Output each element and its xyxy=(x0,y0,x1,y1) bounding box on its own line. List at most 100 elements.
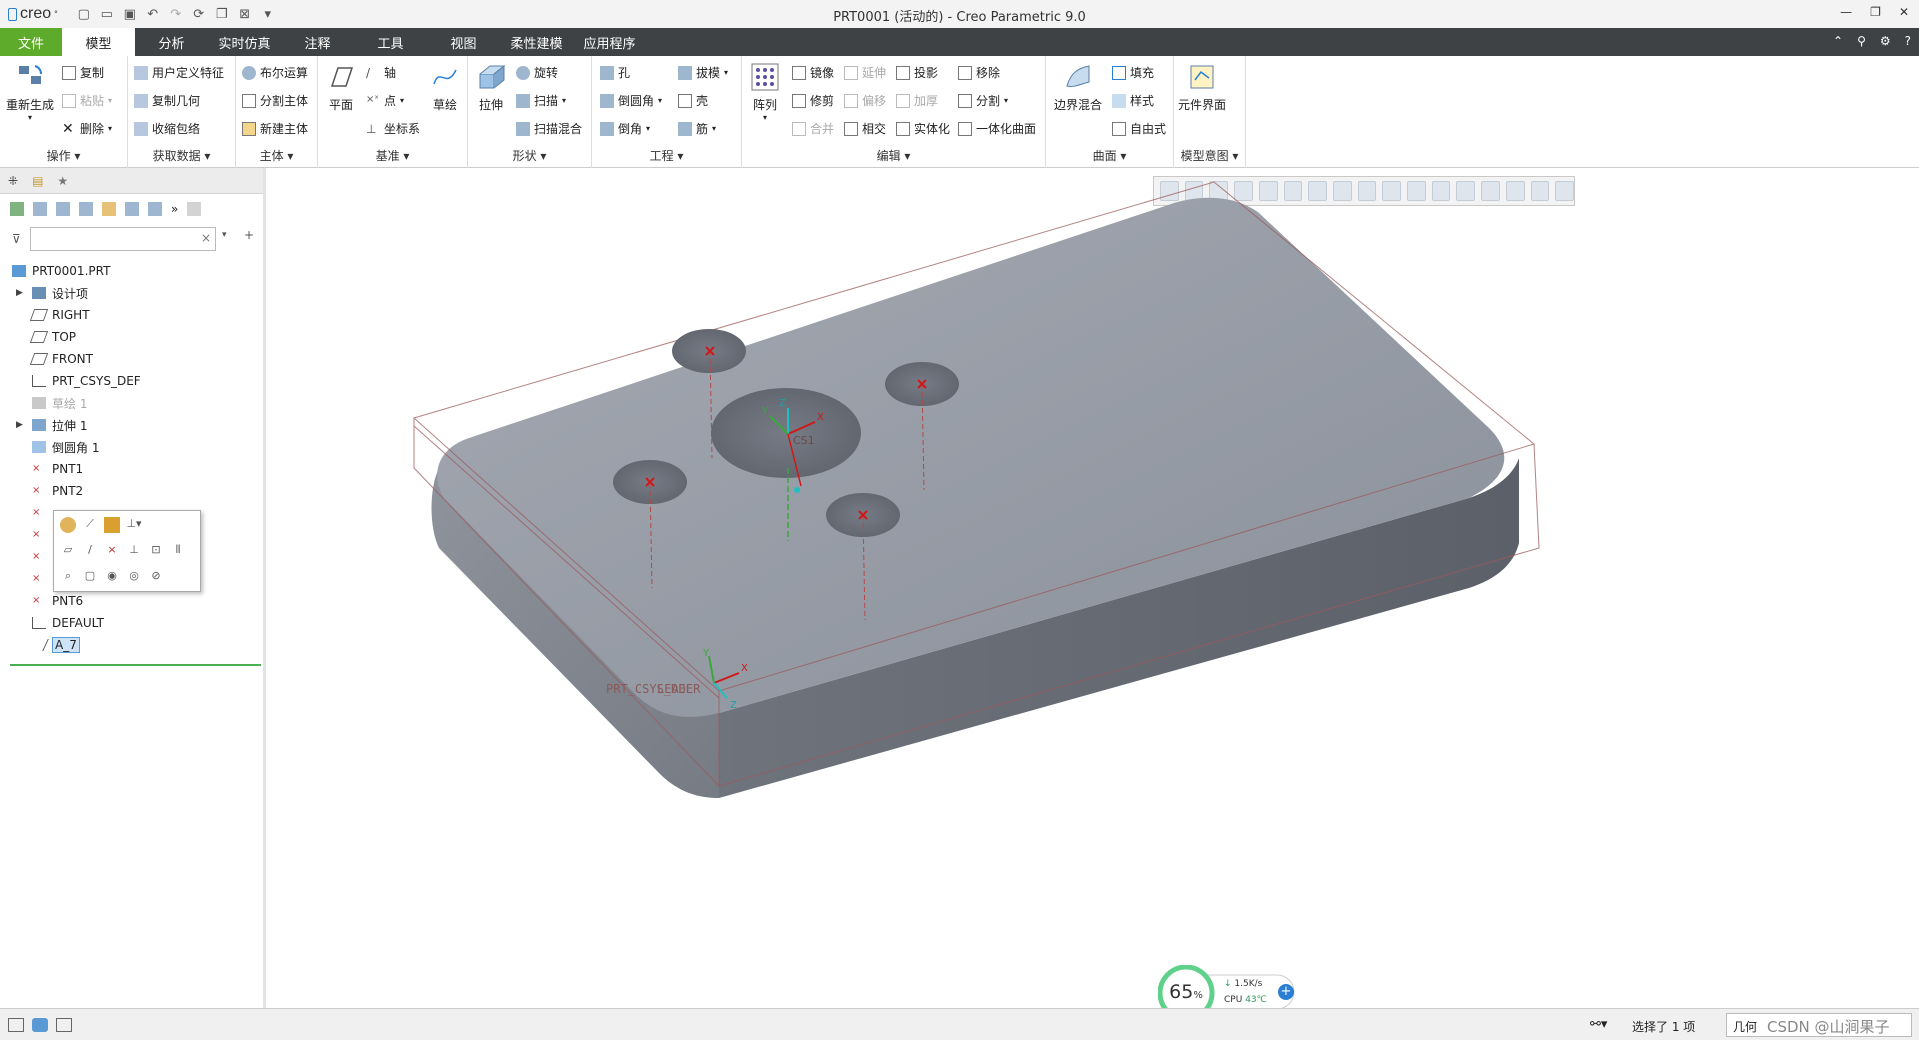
revolve-button[interactable]: 旋转 xyxy=(516,64,558,81)
axis-mini-icon[interactable]: / xyxy=(82,543,98,559)
split-button[interactable]: 分割 ▾ xyxy=(958,92,1008,109)
more-icon[interactable]: » xyxy=(171,202,178,216)
copy-mini-icon[interactable]: ▢ xyxy=(82,569,98,585)
tree-item[interactable]: FRONT xyxy=(0,348,262,370)
group-label-editing[interactable]: 编辑 ▾ xyxy=(742,147,1045,164)
rib-button[interactable]: 筋 ▾ xyxy=(678,120,716,137)
regenerate-button[interactable]: 重新生成 ▾ xyxy=(6,62,54,122)
tab-applications[interactable]: 应用程序 xyxy=(573,28,646,56)
plane-mini-icon[interactable]: ▱ xyxy=(60,543,76,559)
group-label-get-data[interactable]: 获取数据 ▾ xyxy=(128,147,235,164)
point-button[interactable]: ×ˣ 点 ▾ xyxy=(366,92,404,109)
tree-root[interactable]: PRT0001.PRT xyxy=(0,260,262,282)
pattern-button[interactable]: 阵列 ▾ xyxy=(750,62,780,122)
customize-qat-icon[interactable]: ▾ xyxy=(260,7,276,22)
mirror-mini-icon[interactable]: ⫴ xyxy=(170,543,186,559)
expand-arrow-icon[interactable]: ▶ xyxy=(16,420,28,430)
save-icon[interactable]: ▣ xyxy=(122,7,138,22)
suppress-icon[interactable]: ⊘ xyxy=(148,569,164,585)
extend-button[interactable]: 延伸 xyxy=(844,64,886,81)
project-button[interactable]: 投影 xyxy=(896,64,938,81)
tab-annotate[interactable]: 注释 xyxy=(281,28,354,56)
search-icon[interactable]: ⚲ xyxy=(1857,34,1866,48)
thicken-button[interactable]: 加厚 xyxy=(896,92,938,109)
tab-file[interactable]: 文件 xyxy=(0,28,62,56)
boost-button[interactable]: + xyxy=(1278,984,1294,1000)
group-label-body[interactable]: 主体 ▾ xyxy=(236,147,317,164)
tree-item[interactable]: TOP xyxy=(0,326,262,348)
group-label-operations[interactable]: 操作 ▾ xyxy=(0,147,127,164)
style-button[interactable]: 样式 xyxy=(1112,92,1154,109)
close-icon[interactable]: ✕ xyxy=(1899,5,1909,19)
freestyle-button[interactable]: 自由式 xyxy=(1112,120,1166,137)
tab-view[interactable]: 视图 xyxy=(427,28,500,56)
tree-item[interactable]: 草绘 1 xyxy=(0,392,262,414)
regenerate-icon[interactable]: ⟳ xyxy=(191,7,207,22)
tree-filter-icon[interactable] xyxy=(102,202,116,216)
clear-search-icon[interactable]: × xyxy=(201,231,211,245)
redo-icon[interactable]: ↷ xyxy=(168,7,184,22)
group-label-engineering[interactable]: 工程 ▾ xyxy=(592,147,741,164)
csys-button[interactable]: ⊥ 坐标系 xyxy=(366,120,420,137)
plane-button[interactable]: 平面 xyxy=(326,62,356,113)
tree-item[interactable]: A_7 xyxy=(0,634,262,656)
tree-item[interactable]: × PNT6 xyxy=(0,590,262,612)
windows-icon[interactable]: ❐ xyxy=(214,7,230,22)
search-options-icon[interactable]: ▾ xyxy=(222,230,227,240)
split-body-button[interactable]: 分割主体 xyxy=(242,92,308,109)
tree-item[interactable]: ▶ 拉伸 1 xyxy=(0,414,262,436)
tab-tools[interactable]: 工具 xyxy=(354,28,427,56)
sweep-button[interactable]: 扫描 ▾ xyxy=(516,92,566,109)
tree-item[interactable]: DEFAULT xyxy=(0,612,262,634)
model-tree-tab-icon[interactable]: ⁜ xyxy=(8,174,18,188)
component-interface-button[interactable]: 元件界面 xyxy=(1178,62,1226,113)
csys-mini-icon[interactable]: ⊥ xyxy=(126,543,142,559)
tab-simulation[interactable]: 实时仿真 xyxy=(208,28,281,56)
tree-page-icon[interactable] xyxy=(187,202,202,216)
fill-button[interactable]: 填充 xyxy=(1112,64,1154,81)
select-mini-icon[interactable]: ⊡ xyxy=(148,543,164,559)
chamfer-button[interactable]: 倒角 ▾ xyxy=(600,120,650,137)
round-button[interactable]: 倒圆角 ▾ xyxy=(600,92,662,109)
show-icon[interactable]: ◎ xyxy=(126,569,142,585)
graphics-window[interactable]: X Z Y CS1 X Y Z PRT_CSYS_DEF LEADER xyxy=(269,168,1919,1008)
tree-item[interactable]: RIGHT xyxy=(0,304,262,326)
boolean-button[interactable]: 布尔运算 xyxy=(242,64,308,81)
open-icon[interactable]: ▭ xyxy=(99,7,115,22)
selection-filter[interactable]: 几何 CSDN @山涧果子 xyxy=(1726,1013,1912,1037)
copy-button[interactable]: 复制 xyxy=(62,64,104,81)
solidify-button[interactable]: 实体化 xyxy=(896,120,950,137)
group-label-model-intent[interactable]: 模型意图 ▾ xyxy=(1174,147,1245,164)
zoom-to-icon[interactable]: ⌕ xyxy=(60,569,76,585)
copy-geometry-button[interactable]: 复制几何 xyxy=(134,92,200,109)
navigator-toggle-icon[interactable] xyxy=(8,1017,24,1032)
tree-columns-icon[interactable] xyxy=(79,202,93,216)
udf-button[interactable]: 用户定义特征 xyxy=(134,64,224,81)
trim-button[interactable]: 修剪 xyxy=(792,92,834,109)
group-label-datum[interactable]: 基准 ▾ xyxy=(318,147,467,164)
tree-display-icon[interactable] xyxy=(10,202,24,216)
swept-blend-button[interactable]: 扫描混合 xyxy=(516,120,582,137)
help-icon[interactable]: ? xyxy=(1905,34,1911,48)
tree-item[interactable]: × PNT1 xyxy=(0,458,262,480)
group-label-shapes[interactable]: 形状 ▾ xyxy=(468,147,591,164)
edit-link-icon[interactable]: ⟋ xyxy=(82,517,98,533)
remove-button[interactable]: 移除 xyxy=(958,64,1000,81)
settings-icon[interactable]: ⚙ xyxy=(1880,34,1891,48)
shrinkwrap-button[interactable]: 收缩包络 xyxy=(134,120,200,137)
intersect-button[interactable]: 相交 xyxy=(844,120,886,137)
tree-columns2-icon[interactable] xyxy=(148,202,162,216)
minimize-icon[interactable]: — xyxy=(1840,5,1852,19)
offset-button[interactable]: 偏移 xyxy=(844,92,886,109)
folder-browser-tab-icon[interactable]: ▤ xyxy=(32,174,43,188)
extrude-button[interactable]: 拉伸 xyxy=(476,62,506,113)
tree-search-input[interactable]: × xyxy=(30,227,216,251)
favorites-tab-icon[interactable]: ★ xyxy=(57,174,68,188)
boundary-blend-button[interactable]: 边界混合 xyxy=(1054,62,1102,113)
tree-list-icon[interactable] xyxy=(33,202,47,216)
group-label-surfaces[interactable]: 曲面 ▾ xyxy=(1046,147,1173,164)
tree-item[interactable]: × PNT2 xyxy=(0,480,262,502)
paste-button[interactable]: 粘贴 ▾ xyxy=(62,92,112,109)
tree-settings-icon[interactable] xyxy=(125,202,139,216)
tab-model[interactable]: 模型 xyxy=(62,28,135,56)
